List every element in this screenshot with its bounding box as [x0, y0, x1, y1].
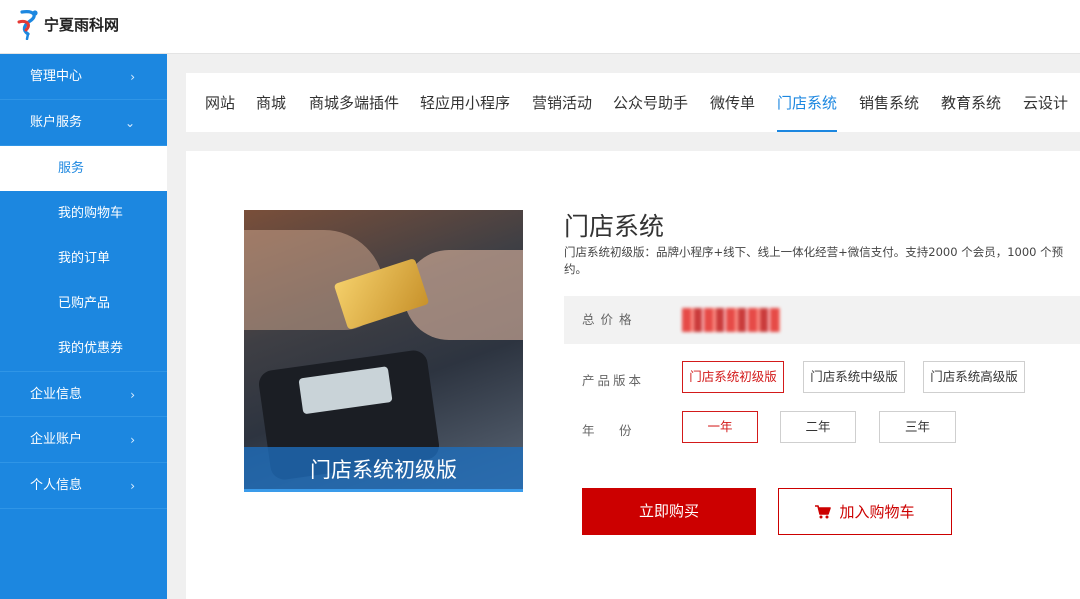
chevron-right-icon: ›	[130, 433, 135, 447]
buy-now-button[interactable]: 立即购买	[582, 488, 756, 535]
year-option-one[interactable]: 一年	[682, 411, 758, 443]
tab-mall-plugin[interactable]: 商城多端插件	[309, 73, 399, 132]
tab-store-system[interactable]: 门店系统	[777, 73, 838, 132]
add-to-cart-button[interactable]: 加入购物车	[778, 488, 952, 535]
year-option-two[interactable]: 二年	[780, 411, 856, 443]
site-logo[interactable]: 宁夏雨科网	[16, 8, 119, 40]
brand-name: 宁夏雨科网	[44, 15, 120, 34]
chevron-down-icon: ⌄	[124, 116, 135, 130]
add-to-cart-label: 加入购物车	[839, 503, 915, 521]
sidebar-subitem-label: 我的购物车	[58, 206, 124, 221]
sidebar-subitem-orders[interactable]: 我的订单	[0, 236, 167, 281]
tab-mini-program[interactable]: 轻应用小程序	[420, 73, 510, 132]
sidebar-item-company-account[interactable]: 企业账户 ›	[0, 417, 167, 463]
price-blur	[682, 308, 780, 332]
product-description: 门店系统初级版：品牌小程序+线下、线上一体化经营+微信支付。支持2000 个会员…	[564, 245, 1064, 276]
year-option-three[interactable]: 三年	[879, 411, 956, 443]
tab-website[interactable]: 网站	[205, 73, 235, 132]
tab-cloud-design[interactable]: 云设计	[1023, 73, 1068, 132]
price-value-obscured	[682, 308, 780, 332]
version-label: 产品版本	[582, 373, 645, 388]
sidebar-item-label: 企业账户	[30, 432, 83, 447]
tab-official-account[interactable]: 公众号助手	[613, 73, 688, 132]
sidebar-subitem-coupons[interactable]: 我的优惠券	[0, 326, 167, 371]
product-category-nav: 网站 商城 商城多端插件 轻应用小程序 营销活动 公众号助手 微传单 门店系统 …	[186, 73, 1080, 132]
sidebar-item-label: 个人信息	[30, 478, 83, 493]
year-label: 年 份	[582, 423, 638, 438]
chevron-right-icon: ›	[130, 70, 135, 84]
sidebar-item-company-info[interactable]: 企业信息 ›	[0, 371, 167, 417]
product-image: 门店系统初级版	[244, 210, 523, 492]
sidebar-subitem-label: 我的订单	[58, 251, 111, 266]
price-row: 总价格	[564, 296, 1080, 344]
sidebar-item-account-services[interactable]: 账户服务 ⌄	[0, 100, 167, 146]
chevron-right-icon: ›	[130, 388, 135, 402]
pos-screen-graphic	[298, 366, 393, 415]
sidebar-subitem-label: 已购产品	[58, 296, 111, 311]
sidebar-subitem-cart[interactable]: 我的购物车	[0, 191, 167, 236]
chevron-right-icon: ›	[130, 479, 135, 493]
sidebar-subitem-purchased[interactable]: 已购产品	[0, 281, 167, 326]
price-label: 总价格	[582, 312, 638, 327]
sidebar-subitem-label: 服务	[58, 161, 85, 176]
sidebar-subitem-services[interactable]: 服务	[0, 146, 167, 191]
sidebar-item-label: 企业信息	[30, 387, 83, 402]
version-option-basic[interactable]: 门店系统初级版	[682, 361, 784, 393]
tab-sales-system[interactable]: 销售系统	[859, 73, 919, 132]
sidebar-item-label: 管理中心	[30, 69, 83, 84]
tab-mall[interactable]: 商城	[256, 73, 286, 132]
sidebar-item-management-center[interactable]: 管理中心 ›	[0, 54, 167, 100]
version-option-advanced[interactable]: 门店系统高级版	[923, 361, 1025, 393]
product-image-caption: 门店系统初级版	[244, 447, 523, 492]
top-header: 宁夏雨科网	[0, 0, 1080, 54]
sidebar: 管理中心 › 账户服务 ⌄ 服务 我的购物车 我的订单 已购产品 我的优惠券 企…	[0, 54, 167, 599]
logo-mark-icon	[17, 10, 38, 40]
sidebar-subitem-label: 我的优惠券	[58, 341, 124, 356]
tab-education-system[interactable]: 教育系统	[941, 73, 1001, 132]
sidebar-item-personal-info[interactable]: 个人信息 ›	[0, 463, 167, 509]
cart-icon	[815, 504, 832, 518]
tab-marketing[interactable]: 营销活动	[532, 73, 592, 132]
tab-micro-flyer[interactable]: 微传单	[710, 73, 755, 132]
version-option-intermediate[interactable]: 门店系统中级版	[803, 361, 905, 393]
sidebar-item-label: 账户服务	[30, 115, 83, 130]
product-title: 门店系统	[564, 212, 665, 241]
